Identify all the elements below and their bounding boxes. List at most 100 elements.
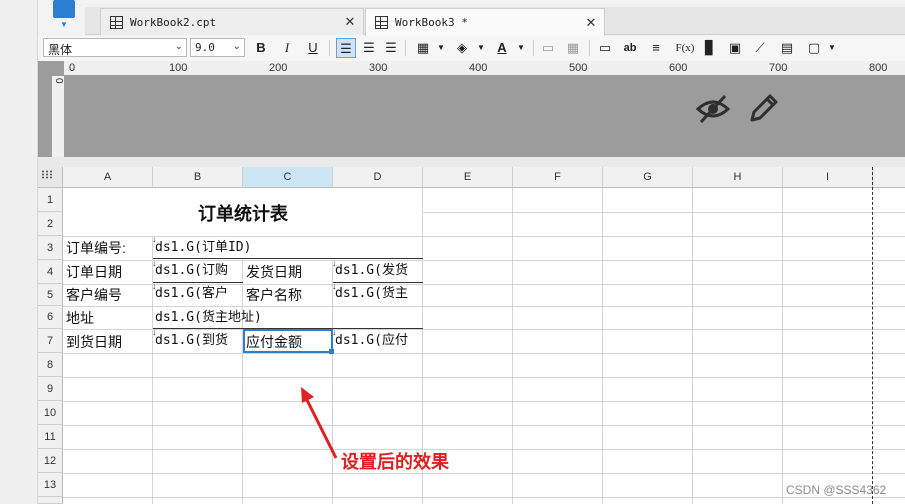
toolbar-separator [405,40,406,56]
grid-line [63,377,905,378]
address-label[interactable]: 地址 [66,307,94,329]
column-header-c[interactable]: C [243,167,333,188]
grid-line [423,212,905,213]
italic-button[interactable]: I [277,38,297,58]
payable-amount-value[interactable]: ds1.G(应付 [335,330,422,352]
row-header-8[interactable]: 8 [38,353,63,377]
pencil-icon[interactable] [746,92,780,126]
arrival-date-label[interactable]: 到货日期 [66,331,122,353]
customer-id-label[interactable]: 客户编号 [66,284,122,306]
row-header-4[interactable]: 4 [38,260,63,284]
tab-workbook2[interactable]: WorkBook2.cpt ✕ [100,8,364,35]
row-header-11[interactable]: 11 [38,425,63,449]
order-date-label[interactable]: 订单日期 [66,261,122,283]
grid-line [152,236,153,504]
chevron-down-icon[interactable]: ▼ [511,38,531,58]
customer-name-label[interactable]: 客户名称 [246,284,302,306]
align-center-icon[interactable]: ☰ [359,38,379,58]
grid-line [63,497,905,498]
expand-down-icon: ↓ [332,258,337,268]
grid-line [63,425,905,426]
chevron-down-icon[interactable]: ▼ [60,20,68,29]
eye-hidden-icon[interactable] [695,92,731,126]
row-header-5[interactable]: 5 [38,284,63,306]
expand-down-icon: ↓ [152,327,157,337]
row-header-9[interactable]: 9 [38,377,63,401]
text-field-icon[interactable]: ▭ [595,38,615,58]
column-header-d[interactable]: D [333,167,423,188]
chevron-down-icon[interactable]: ▼ [822,38,842,58]
grid-line [63,353,905,354]
align-left-icon[interactable]: ☰ [336,38,356,58]
left-side-strip [0,0,38,504]
order-id-label[interactable]: 订单编号: [66,237,126,259]
insert-widget-icon[interactable]: ▢ [804,38,824,58]
ship-date-value[interactable]: ds1.G(发货 [335,260,422,282]
tab-workbook3[interactable]: WorkBook3 * ✕ [365,8,605,36]
merge-cells-icon[interactable]: ▭ [538,38,558,58]
column-header-e[interactable]: E [423,167,513,188]
page-break-line [872,167,873,504]
fill-color-icon[interactable]: ◈ [452,38,472,58]
column-header-a[interactable]: A [63,167,153,188]
column-header-h[interactable]: H [693,167,783,188]
paragraph-icon[interactable]: ≡ [646,38,666,58]
ruler-tick: 500 [569,62,588,74]
chart-icon[interactable]: ▊ [700,38,720,58]
sub-report-icon[interactable]: ▤ [777,38,797,58]
row-header-10[interactable]: 10 [38,401,63,425]
close-icon[interactable]: ✕ [343,14,357,30]
close-icon[interactable]: ✕ [584,15,598,31]
chevron-down-icon[interactable]: ▼ [431,38,451,58]
image-icon[interactable]: ▣ [725,38,745,58]
font-size-select[interactable]: 9.0 ⌄ [190,38,245,57]
designer-menu-icon[interactable] [53,0,75,18]
grid-dots-icon [41,170,53,179]
column-header-overflow [873,167,905,188]
order-id-value[interactable]: ds1.G(订单ID) [155,237,251,259]
row-header-6[interactable]: 6 [38,306,63,329]
grid-line [63,449,905,450]
ship-date-label[interactable]: 发货日期 [246,261,302,283]
column-header-f[interactable]: F [513,167,603,188]
grid-line [332,260,333,504]
font-family-select[interactable]: 黑体 ⌄ [43,38,187,57]
row-header-12[interactable]: 12 [38,449,63,473]
row-header-1[interactable]: 1 [38,188,63,212]
customer-name-value[interactable]: ds1.G(货主 [335,283,422,305]
bold-button[interactable]: B [251,38,271,58]
toolbar-separator [533,40,534,56]
formula-button[interactable]: F(x) [671,38,699,58]
vertical-ruler [52,76,64,157]
expand-down-icon: ↓ [152,234,157,244]
text-tool-button[interactable]: ab [620,38,640,58]
row-header-7[interactable]: 7 [38,329,63,353]
address-value[interactable]: ds1.G(货主地址) [155,307,262,329]
grid-line [63,473,905,474]
font-color-button[interactable]: A [492,38,512,58]
slash-icon[interactable]: ⟋ [750,38,770,58]
ruler-tick: 600 [669,62,688,74]
underline-button[interactable]: U [303,38,323,58]
row-header-overflow [38,497,63,504]
customer-id-value[interactable]: ds1.G(客户 [155,283,242,305]
align-right-icon[interactable]: ☰ [381,38,401,58]
column-header-g[interactable]: G [603,167,693,188]
row-header-2[interactable]: 2 [38,212,63,236]
row-header-3[interactable]: 3 [38,236,63,260]
chevron-down-icon[interactable]: ▼ [471,38,491,58]
row-header-13[interactable]: 13 [38,473,63,497]
unmerge-cells-icon[interactable]: ▦ [563,38,583,58]
ruler-tick: 700 [769,62,788,74]
selected-cell-c7[interactable] [243,329,333,353]
column-header-i[interactable]: I [783,167,873,188]
report-title[interactable]: 订单统计表 [63,200,423,224]
arrival-date-value[interactable]: ds1.G(到货 [155,330,242,352]
order-date-value[interactable]: ds1.G(订购 [155,260,242,282]
toolbar-separator [329,40,330,56]
expand-down-icon: ↓ [152,281,157,291]
border-icon[interactable]: ▦ [413,38,433,58]
watermark: CSDN @SSS4362 [786,483,887,497]
fill-handle[interactable] [329,349,334,354]
column-header-b[interactable]: B [153,167,243,188]
